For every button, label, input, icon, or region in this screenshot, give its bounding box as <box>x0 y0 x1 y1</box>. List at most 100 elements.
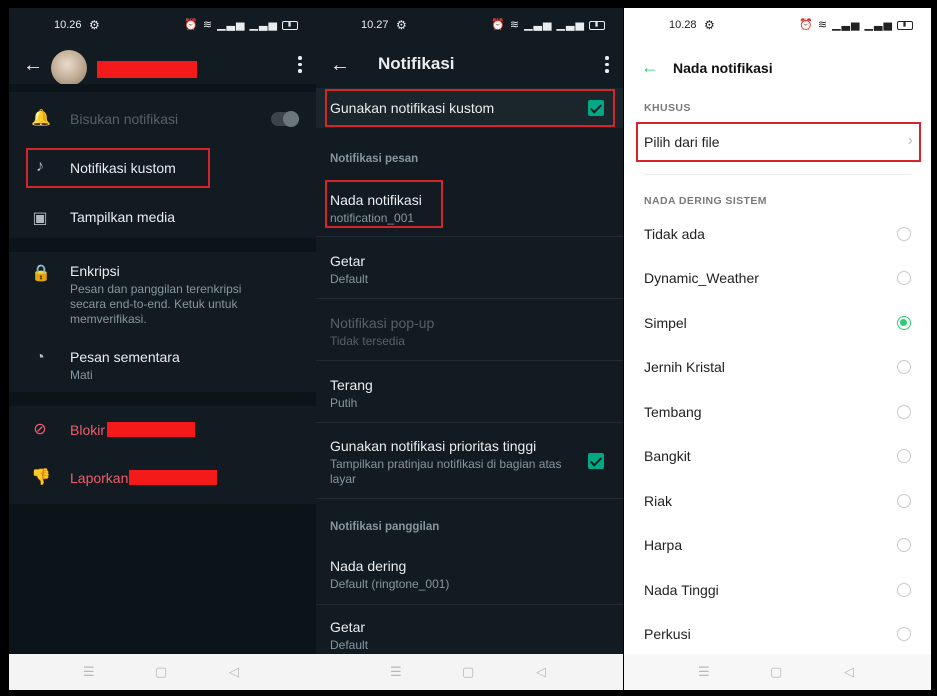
priority-subtitle: Tampilkan pratinjau notifikasi di bagian… <box>330 457 562 486</box>
tone-item[interactable]: Jernih Kristal <box>624 344 931 388</box>
tone-label: Harpa <box>644 537 683 553</box>
block-row[interactable]: ⊘ Blokir <box>9 416 316 446</box>
back-nav-icon[interactable]: ◁ <box>536 664 546 680</box>
status-icons: ⏰ ≋ ▁▃▅ ▁▃▅ ▮ <box>184 18 298 31</box>
tone-radio[interactable] <box>897 538 911 552</box>
high-priority-checkbox[interactable] <box>588 453 604 469</box>
vibrate-title: Getar <box>330 253 366 269</box>
report-row[interactable]: 👎 Laporkan <box>9 464 316 494</box>
alarm-icon: ⏰ <box>491 19 506 31</box>
back-nav-icon[interactable]: ◁ <box>844 664 854 680</box>
tone-item[interactable]: Tidak ada <box>624 211 931 255</box>
tone-radio[interactable] <box>897 449 911 463</box>
settings-gear-icon: ⚙ <box>396 18 407 32</box>
back-arrow-icon[interactable]: ← <box>641 57 659 78</box>
tone-item[interactable]: Tembang <box>624 389 931 433</box>
back-arrow-icon[interactable]: ← <box>23 54 43 77</box>
tone-radio[interactable] <box>897 227 911 241</box>
tone-radio[interactable] <box>897 627 911 641</box>
status-icons: ⏰ ≋ ▁▃▅ ▁▃▅ ▮ <box>799 18 913 31</box>
tone-label: Dynamic_Weather <box>644 270 759 286</box>
app-bar: ← Nada notifikasi <box>624 44 931 90</box>
section-call-notifications: Notifikasi panggilan <box>330 521 440 533</box>
tone-label: Tembang <box>644 404 702 420</box>
menu-nav-icon[interactable]: ☰ <box>390 664 402 680</box>
page-title: Nada notifikasi <box>673 60 773 76</box>
disappearing-title: Pesan sementara <box>70 349 180 365</box>
mute-label: Bisukan notifikasi <box>70 111 179 127</box>
home-nav-icon[interactable]: ▢ <box>462 664 474 680</box>
tone-radio-selected[interactable] <box>897 316 911 330</box>
ringtone-row[interactable]: Nada dering Default (ringtone_001) <box>316 548 623 604</box>
settings-gear-icon: ⚙ <box>704 18 715 32</box>
image-icon: ▣ <box>32 210 48 227</box>
ringtone-subtitle: Default (ringtone_001) <box>330 577 450 591</box>
nav-bar: ☰ ▢ ◁ <box>624 654 931 690</box>
redacted-block-name <box>107 422 195 437</box>
home-nav-icon[interactable]: ▢ <box>155 664 167 680</box>
tone-radio[interactable] <box>897 271 911 285</box>
section-system-ringtones: NADA DERING SISTEM <box>644 195 767 207</box>
status-time: 10.26 <box>54 19 82 31</box>
mute-notifications-row[interactable]: 🔔 Bisukan notifikasi <box>9 100 316 138</box>
tone-item[interactable]: Riak <box>624 478 931 522</box>
tone-item[interactable]: Nada Tinggi <box>624 567 931 611</box>
tone-label: Riak <box>644 493 673 509</box>
back-arrow-icon[interactable]: ← <box>330 54 350 77</box>
highlight-notification-tone <box>325 180 443 228</box>
signal-icon: ▁▃▅ <box>524 19 553 31</box>
highlight-pick-from-file <box>636 122 921 162</box>
status-bar: 10.28 ⚙ ⏰ ≋ ▁▃▅ ▁▃▅ ▮ <box>624 8 931 44</box>
notifications-settings-panel: 10.27 ⚙ ⏰ ≋ ▁▃▅ ▁▃▅ ▮ ← Notifikasi Gunak… <box>316 8 623 690</box>
tone-radio[interactable] <box>897 583 911 597</box>
more-options-icon[interactable] <box>298 56 302 74</box>
ringtone-title: Nada dering <box>330 558 407 574</box>
signal-icon-2: ▁▃▅ <box>249 19 278 31</box>
block-label: Blokir <box>70 422 106 438</box>
menu-nav-icon[interactable]: ☰ <box>698 664 710 680</box>
lock-icon: 🔒 <box>31 265 51 282</box>
bell-icon: 🔔 <box>31 110 51 127</box>
avatar[interactable] <box>51 50 87 86</box>
show-media-label: Tampilkan media <box>70 209 176 225</box>
encryption-subtitle: Pesan dan panggilan terenkripsi secara e… <box>70 282 242 326</box>
tone-radio[interactable] <box>897 494 911 508</box>
call-vibrate-row[interactable]: Getar Default <box>316 605 623 655</box>
show-media-row[interactable]: ▣ Tampilkan media <box>9 200 316 236</box>
timer-icon: ◔ <box>35 349 45 366</box>
light-row[interactable]: Terang Putih <box>316 361 623 423</box>
tone-item[interactable]: Perkusi <box>624 611 931 655</box>
encryption-title: Enkripsi <box>70 263 120 279</box>
tone-item[interactable]: Harpa <box>624 522 931 566</box>
section-gap <box>9 84 316 92</box>
home-nav-icon[interactable]: ▢ <box>770 664 782 680</box>
status-bar: 10.26 ⚙ ⏰ ≋ ▁▃▅ ▁▃▅ ▮ <box>9 8 316 44</box>
light-title: Terang <box>330 377 373 393</box>
tone-radio[interactable] <box>897 405 911 419</box>
tone-label: Nada Tinggi <box>644 582 719 598</box>
mute-toggle[interactable] <box>271 111 299 127</box>
status-icons: ⏰ ≋ ▁▃▅ ▁▃▅ ▮ <box>491 18 605 31</box>
disappearing-messages-row[interactable]: ◔ Pesan sementara Mati <box>9 346 316 388</box>
tone-radio[interactable] <box>897 360 911 374</box>
battery-icon: ▮ <box>897 20 913 30</box>
back-nav-icon[interactable]: ◁ <box>229 664 239 680</box>
signal-icon: ▁▃▅ <box>217 19 246 31</box>
light-subtitle: Putih <box>330 396 358 410</box>
menu-nav-icon[interactable]: ☰ <box>83 664 95 680</box>
tone-item-selected[interactable]: Simpel <box>624 300 931 344</box>
vibrate-row[interactable]: Getar Default <box>316 237 623 299</box>
status-time: 10.28 <box>669 19 697 31</box>
more-options-icon[interactable] <box>605 56 609 74</box>
tone-label: Tidak ada <box>644 226 705 242</box>
bottom-filler <box>9 504 316 654</box>
highlight-custom-notifications <box>26 148 210 188</box>
call-vibrate-title: Getar <box>330 619 366 635</box>
encryption-row[interactable]: 🔒 Enkripsi Pesan dan panggilan terenkrip… <box>9 260 316 330</box>
high-priority-row[interactable]: Gunakan notifikasi prioritas tinggi Tamp… <box>316 423 623 497</box>
popup-subtitle: Tidak tersedia <box>330 334 405 348</box>
tone-item[interactable]: Dynamic_Weather <box>624 255 931 299</box>
tone-item[interactable]: Bangkit <box>624 433 931 477</box>
call-vibrate-subtitle: Default <box>330 638 369 652</box>
nav-bar: ☰ ▢ ◁ <box>316 654 623 690</box>
